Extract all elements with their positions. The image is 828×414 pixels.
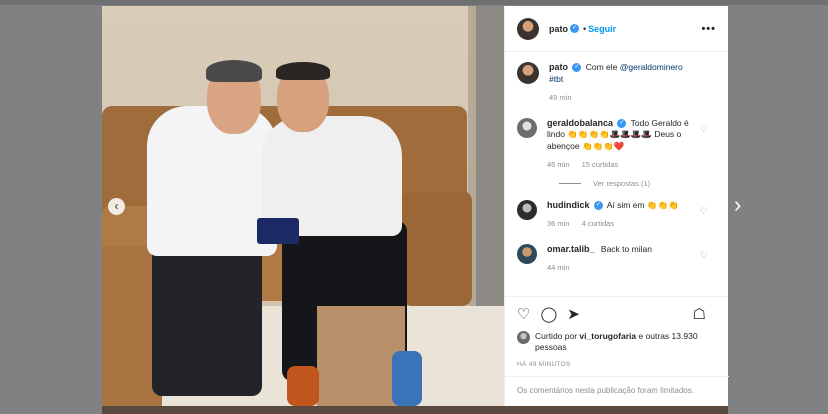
bottom-strip xyxy=(102,406,728,414)
comment-likes[interactable]: 15 curtidas xyxy=(582,160,619,169)
caption-mention[interactable]: @geraldominero xyxy=(620,62,683,72)
heart-icon[interactable]: ♡ xyxy=(700,206,708,217)
separator-dot: • xyxy=(583,23,587,34)
post-username[interactable]: pato xyxy=(549,24,568,34)
heart-icon[interactable]: ♡ xyxy=(700,124,708,135)
liked-by-user[interactable]: vi_torugofaria xyxy=(579,331,636,341)
chevron-left-icon[interactable]: ‹ xyxy=(108,198,125,215)
heart-icon[interactable]: ♡ xyxy=(517,305,530,325)
replies-line xyxy=(559,182,581,184)
avatar[interactable] xyxy=(517,331,530,344)
post-timestamp[interactable]: HÁ 49 MINUTOS xyxy=(517,361,716,368)
comment-time[interactable]: 36 min xyxy=(547,219,570,228)
caption-username[interactable]: pato xyxy=(549,62,568,72)
comment-text: Back to milan xyxy=(600,243,652,254)
comment-time[interactable]: 44 min xyxy=(547,263,570,272)
photo-person-left-hair xyxy=(206,60,262,82)
photo-shoe-left xyxy=(287,366,319,406)
avatar[interactable] xyxy=(517,17,539,40)
avatar[interactable] xyxy=(517,243,537,264)
share-icon[interactable]: ➤ xyxy=(567,305,580,325)
verified-badge-icon: ✓ xyxy=(593,200,603,210)
post-panel: pato ✓ • Seguir ••• pato ✓ Com ele @gera… xyxy=(504,6,729,406)
verified-badge-icon: ✓ xyxy=(617,118,627,128)
comment-username[interactable]: geraldobalanca xyxy=(547,118,613,128)
bookmark-icon[interactable]: ☖ xyxy=(693,305,706,325)
verified-badge-icon: ✓ xyxy=(570,24,579,33)
caption-hashtag[interactable]: #tbt xyxy=(549,74,563,84)
post-photo[interactable] xyxy=(102,6,504,406)
avatar[interactable] xyxy=(517,62,539,84)
avatar[interactable] xyxy=(517,117,537,138)
top-bar xyxy=(0,0,828,5)
more-options-button[interactable]: ••• xyxy=(701,23,716,35)
avatar[interactable] xyxy=(517,199,537,220)
view-replies-button[interactable]: Ver respostas (1) xyxy=(559,179,716,188)
liked-by: Curtido por vi_torugofaria e outras 13.9… xyxy=(517,331,716,353)
comment-likes[interactable]: 4 curtidas xyxy=(582,219,615,228)
comment-item: omar.talib_ Back to milan 44 min ♡ xyxy=(517,243,716,274)
comment-icon[interactable]: ◯ xyxy=(540,305,557,325)
photo-person-right-hair xyxy=(276,62,330,80)
verified-badge-icon: ✓ xyxy=(572,63,582,73)
caption-text: Com ele xyxy=(585,62,620,72)
comment-item: geraldobalanca ✓ Todo Geraldo é lindo 👏👏… xyxy=(517,117,716,171)
comment-time[interactable]: 46 min xyxy=(547,160,570,169)
caption: pato ✓ Com ele @geraldominero #tbt 49 mi… xyxy=(517,62,716,104)
follow-button[interactable]: Seguir xyxy=(588,24,616,34)
comment-text: Aí sim em 👏👏👏 xyxy=(606,199,679,210)
heart-icon[interactable]: ♡ xyxy=(700,250,708,261)
comment-username[interactable]: omar.talib_ xyxy=(547,244,595,254)
comment-username[interactable]: hudindick xyxy=(547,200,590,210)
photo-sofa-arm xyxy=(402,191,472,306)
comment-item: hudindick ✓ Aí sim em 👏👏👏 36 min 4 curti… xyxy=(517,199,716,230)
comments-limited-notice: Os comentários nesta publicação foram li… xyxy=(505,376,729,406)
post-header: pato ✓ • Seguir ••• xyxy=(505,6,728,52)
liked-by-prefix: Curtido por xyxy=(535,331,580,341)
photo-shoe-right xyxy=(392,351,422,406)
comments-list: pato ✓ Com ele @geraldominero #tbt 49 mi… xyxy=(505,52,728,296)
view-replies-label: Ver respostas (1) xyxy=(593,178,651,188)
caption-time[interactable]: 49 min xyxy=(549,93,572,102)
photo-watch-box xyxy=(257,218,299,244)
chevron-right-icon[interactable]: › xyxy=(734,193,741,217)
photo-person-left-legs xyxy=(152,241,262,396)
